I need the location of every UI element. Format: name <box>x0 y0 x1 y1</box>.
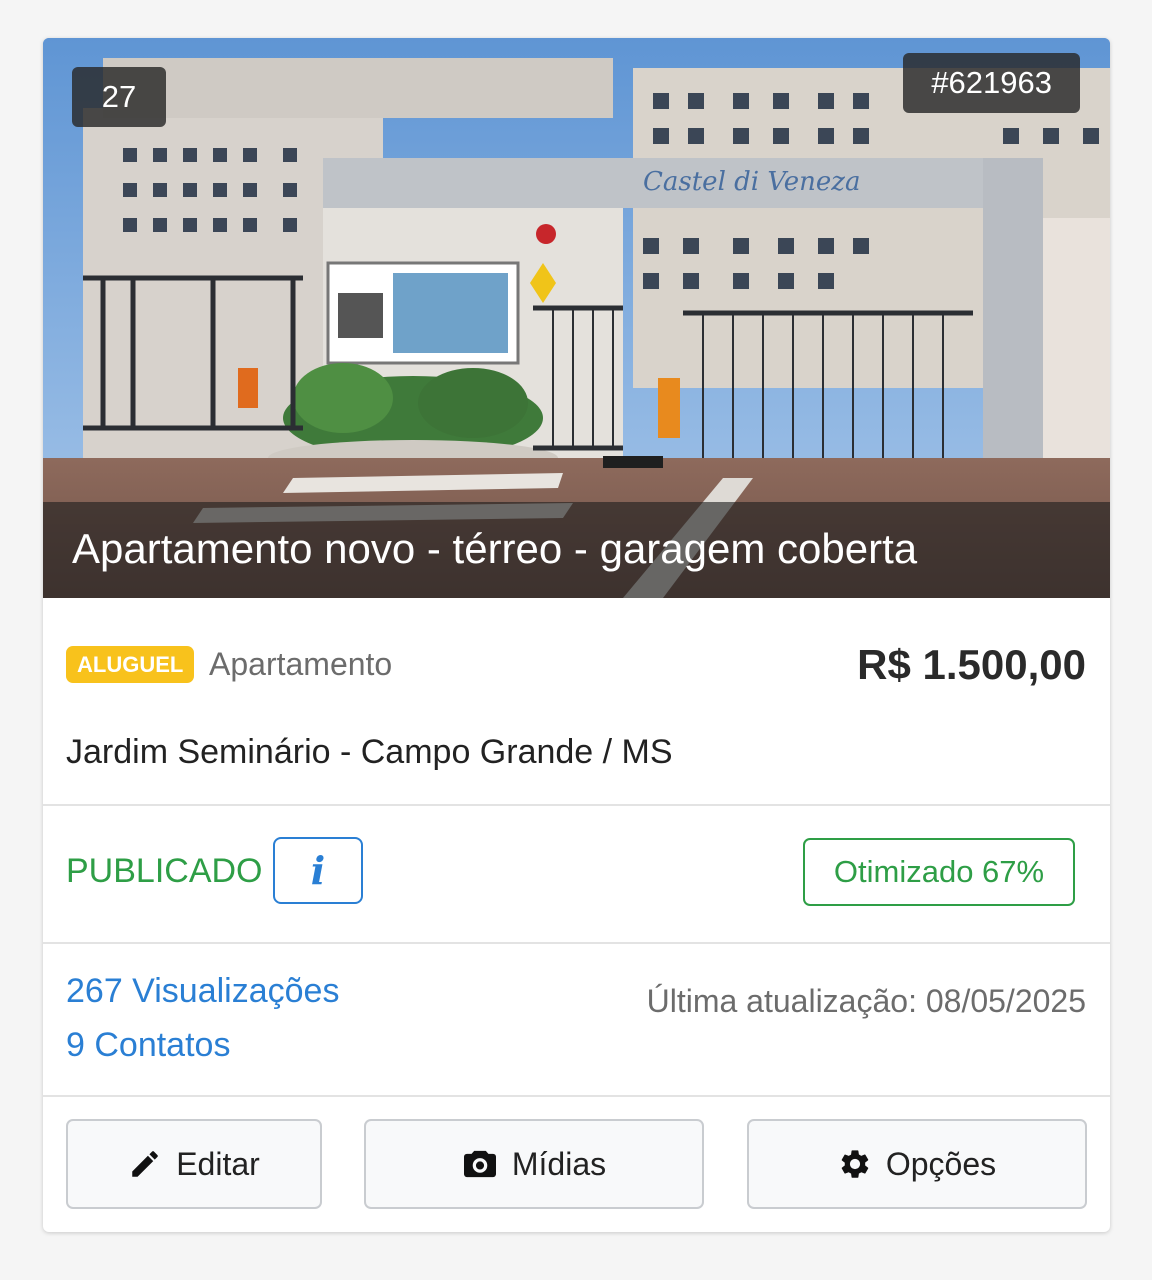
svg-text:Castel di Veneza: Castel di Veneza <box>643 167 860 197</box>
listing-photo[interactable]: Castel di Veneza 27 #621963 Apartamento … <box>43 38 1110 598</box>
info-icon: i <box>310 847 326 893</box>
listing-summary: ALUGUEL Apartamento R$ 1.500,00 Jardim S… <box>43 598 1110 806</box>
camera-icon <box>462 1148 498 1180</box>
edit-button-label: Editar <box>176 1145 260 1182</box>
listing-code-badge: #621963 <box>903 53 1080 113</box>
photo-title-bar: Apartamento novo - térreo - garagem cobe… <box>43 502 1110 598</box>
stats-row: 267 Visualizações 9 Contatos Última atua… <box>43 944 1110 1097</box>
media-button[interactable]: Mídias <box>364 1119 704 1209</box>
optimization-button[interactable]: Otimizado 67% <box>803 838 1075 906</box>
last-updated: Última atualização: 08/05/2025 <box>646 983 1086 1019</box>
listing-card: Castel di Veneza 27 #621963 Apartamento … <box>43 38 1110 1232</box>
contacts-link[interactable]: 9 Contatos <box>66 1024 230 1066</box>
photo-count-badge: 27 <box>72 67 166 127</box>
transaction-type-badge: ALUGUEL <box>66 646 195 683</box>
status-row: PUBLICADO i Otimizado 67% <box>43 806 1110 944</box>
media-button-label: Mídias <box>511 1145 607 1182</box>
options-button[interactable]: Opções <box>747 1119 1087 1209</box>
publication-status: PUBLICADO <box>66 852 263 890</box>
action-bar: Editar Mídias Opções <box>43 1097 1110 1232</box>
gear-icon <box>838 1147 872 1181</box>
views-link[interactable]: 267 Visualizações <box>66 970 339 1012</box>
pencil-icon <box>128 1147 162 1181</box>
options-button-label: Opções <box>885 1145 997 1182</box>
listing-location: Jardim Seminário - Campo Grande / MS <box>66 733 673 771</box>
listing-price: R$ 1.500,00 <box>857 641 1086 688</box>
status-info-button[interactable]: i <box>273 837 363 904</box>
edit-button[interactable]: Editar <box>66 1119 322 1209</box>
listing-title[interactable]: Apartamento novo - térreo - garagem cobe… <box>72 524 917 574</box>
property-type: Apartamento <box>209 646 393 682</box>
